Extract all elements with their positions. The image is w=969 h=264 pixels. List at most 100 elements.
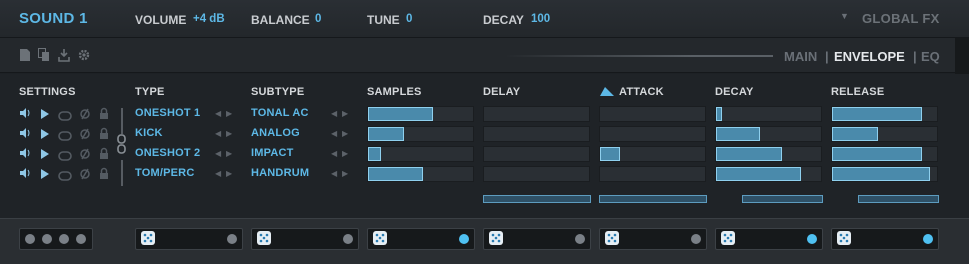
decay-slider[interactable]: [715, 166, 822, 182]
balance-value[interactable]: 0: [315, 13, 321, 25]
dice-icon[interactable]: [489, 231, 503, 245]
next-arrow-icon[interactable]: ▶: [342, 149, 348, 158]
random-toggle[interactable]: [923, 234, 933, 244]
volume-value[interactable]: +4 dB: [193, 13, 225, 25]
release-slider[interactable]: [831, 126, 938, 142]
reverse-icon[interactable]: [80, 147, 90, 165]
samples-slider[interactable]: [367, 126, 474, 142]
attack-slider[interactable]: [599, 166, 706, 182]
dot-button[interactable]: [76, 234, 86, 244]
next-arrow-icon[interactable]: ▶: [226, 169, 232, 178]
prev-arrow-icon[interactable]: ◀: [215, 129, 221, 138]
dice-icon[interactable]: [605, 231, 619, 245]
tab-main[interactable]: MAIN: [784, 49, 817, 64]
prev-arrow-icon[interactable]: ◀: [331, 149, 337, 158]
loop-icon[interactable]: [58, 128, 72, 146]
delay-slider[interactable]: [483, 146, 590, 162]
prev-arrow-icon[interactable]: ◀: [331, 129, 337, 138]
dot-button[interactable]: [25, 234, 35, 244]
decay-slider[interactable]: [715, 126, 822, 142]
next-arrow-icon[interactable]: ▶: [342, 109, 348, 118]
random-toggle[interactable]: [459, 234, 469, 244]
samples-slider[interactable]: [367, 166, 474, 182]
layer-type[interactable]: ONESHOT 1: [135, 107, 200, 119]
speaker-icon[interactable]: [19, 107, 31, 122]
reverse-icon[interactable]: [80, 167, 90, 185]
reverse-icon[interactable]: [80, 107, 90, 125]
samples-slider[interactable]: [367, 146, 474, 162]
dice-icon[interactable]: [373, 231, 387, 245]
tab-envelope[interactable]: ENVELOPE: [834, 49, 905, 64]
dice-icon[interactable]: [141, 231, 155, 245]
speaker-icon[interactable]: [19, 127, 31, 142]
random-toggle[interactable]: [227, 234, 237, 244]
delay-slider[interactable]: [483, 106, 590, 122]
attack-slider[interactable]: [599, 106, 706, 122]
new-file-icon[interactable]: [19, 48, 31, 62]
release-slider[interactable]: [831, 146, 938, 162]
dice-icon[interactable]: [257, 231, 271, 245]
delay-slider[interactable]: [483, 126, 590, 142]
attack-slider[interactable]: [599, 146, 706, 162]
save-icon[interactable]: [58, 48, 70, 62]
layer-subtype[interactable]: HANDRUM: [251, 167, 309, 179]
loop-icon[interactable]: [58, 168, 72, 186]
loop-icon[interactable]: [58, 108, 72, 126]
release-slider[interactable]: [831, 106, 938, 122]
prev-arrow-icon[interactable]: ◀: [215, 169, 221, 178]
next-arrow-icon[interactable]: ▶: [226, 149, 232, 158]
lock-icon[interactable]: [99, 106, 109, 124]
play-icon[interactable]: [40, 127, 50, 145]
global-fx-arrow-icon[interactable]: ▼: [840, 11, 849, 21]
dot-button[interactable]: [42, 234, 52, 244]
dice-icon[interactable]: [837, 231, 851, 245]
random-toggle[interactable]: [691, 234, 701, 244]
next-arrow-icon[interactable]: ▶: [226, 109, 232, 118]
decay-range-bar[interactable]: [715, 195, 823, 203]
prev-arrow-icon[interactable]: ◀: [215, 149, 221, 158]
loop-icon[interactable]: [58, 148, 72, 166]
lock-icon[interactable]: [99, 166, 109, 184]
delay-range-bar[interactable]: [483, 195, 591, 203]
next-arrow-icon[interactable]: ▶: [342, 129, 348, 138]
prev-arrow-icon[interactable]: ◀: [215, 109, 221, 118]
tune-value[interactable]: 0: [406, 13, 412, 25]
speaker-icon[interactable]: [19, 147, 31, 162]
samples-slider[interactable]: [367, 106, 474, 122]
lock-icon[interactable]: [99, 146, 109, 164]
speaker-icon[interactable]: [19, 167, 31, 182]
layer-type[interactable]: TOM/PERC: [135, 167, 194, 179]
decay-slider[interactable]: [715, 146, 822, 162]
play-icon[interactable]: [40, 167, 50, 185]
layer-subtype[interactable]: IMPACT: [251, 147, 294, 159]
decay-slider[interactable]: [715, 106, 822, 122]
release-range-bar[interactable]: [831, 195, 939, 203]
layer-subtype[interactable]: ANALOG: [251, 127, 300, 139]
reverse-icon[interactable]: [80, 127, 90, 145]
next-arrow-icon[interactable]: ▶: [226, 129, 232, 138]
play-icon[interactable]: [40, 107, 50, 125]
attack-range-bar[interactable]: [599, 195, 707, 203]
attack-slider[interactable]: [599, 126, 706, 142]
random-toggle[interactable]: [575, 234, 585, 244]
lock-icon[interactable]: [99, 126, 109, 144]
link-icon[interactable]: [116, 134, 128, 154]
copy-icon[interactable]: [38, 48, 50, 62]
global-fx-button[interactable]: GLOBAL FX: [862, 11, 940, 26]
settings-icon[interactable]: [78, 48, 90, 62]
decay-value[interactable]: 100: [531, 13, 550, 25]
dot-button[interactable]: [59, 234, 69, 244]
prev-arrow-icon[interactable]: ◀: [331, 109, 337, 118]
next-arrow-icon[interactable]: ▶: [342, 169, 348, 178]
random-toggle[interactable]: [807, 234, 817, 244]
release-slider[interactable]: [831, 166, 938, 182]
random-toggle[interactable]: [343, 234, 353, 244]
layer-subtype[interactable]: TONAL AC: [251, 107, 309, 119]
dice-icon[interactable]: [721, 231, 735, 245]
prev-arrow-icon[interactable]: ◀: [331, 169, 337, 178]
layer-type[interactable]: ONESHOT 2: [135, 147, 200, 159]
delay-slider[interactable]: [483, 166, 590, 182]
layer-type[interactable]: KICK: [135, 127, 163, 139]
play-icon[interactable]: [40, 147, 50, 165]
tab-eq[interactable]: EQ: [921, 49, 940, 64]
